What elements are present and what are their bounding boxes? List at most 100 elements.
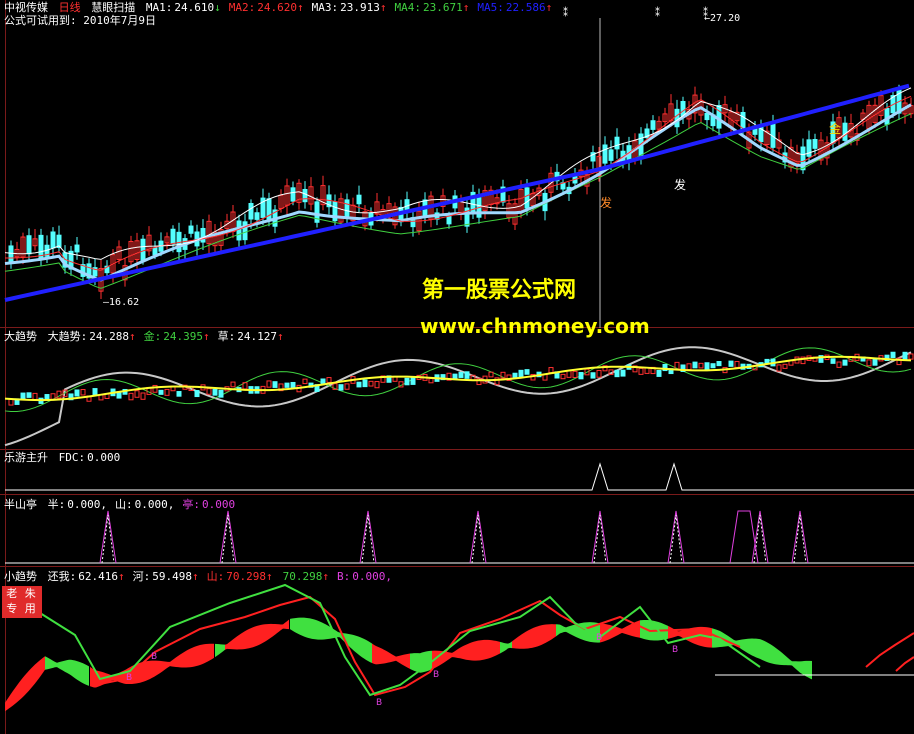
trend-candle: [344, 383, 350, 390]
banshanting-panel[interactable]: 半山亭 半: 0.000, 山: 0.000, 亭: 0.000: [0, 495, 914, 567]
candle-body: [242, 221, 248, 241]
fdc-chart[interactable]: [0, 450, 914, 495]
banshanting-title: 半山亭: [4, 498, 37, 511]
trend-candle: [518, 369, 524, 378]
trend-candle: [614, 369, 620, 378]
candle-body: [650, 120, 656, 130]
small-trend-chart[interactable]: B B B B B B: [0, 567, 914, 734]
trend-candle: [458, 372, 464, 378]
legend-value: 0.000: [87, 451, 121, 464]
trend-candle: [830, 358, 836, 364]
legend-item: 大趋势: 24.288↑: [48, 330, 140, 343]
candle-body: [290, 187, 296, 202]
candle-body: [152, 247, 158, 256]
trend-candle: [26, 392, 32, 398]
legend-item: B: 0.000,: [337, 570, 396, 583]
candle-body: [188, 225, 194, 234]
trend-panel[interactable]: 大趋势 大趋势: 24.288↑ 金: 24.395↑ 草: 24.127↑: [0, 328, 914, 450]
legend-value: 0.000,: [352, 570, 392, 583]
trend-chart[interactable]: [0, 328, 914, 450]
legend-item: MA4: 23.671↑: [395, 1, 474, 14]
trend-candle: [638, 367, 644, 375]
trend-candle: [212, 388, 218, 396]
bst-plateau: [729, 510, 759, 564]
trend-candle: [890, 351, 896, 359]
trend-candle: [410, 377, 416, 385]
trend-candle: [368, 380, 374, 387]
candle-body: [524, 187, 530, 209]
legend-value: 0.000: [202, 498, 236, 511]
legend-label: 还我:: [47, 570, 77, 583]
trend-candle: [842, 359, 848, 366]
b-marker: B: [433, 670, 439, 680]
small-trend-panel[interactable]: BBBBBB 小趋势 还我: 62.416↑ 河: 59.498↑ 山: 70.298↑ 7…: [0, 567, 914, 734]
trend-candle: [704, 362, 710, 370]
candle-body: [704, 112, 710, 121]
legend-label: 山:: [206, 570, 225, 583]
candle-body: [50, 231, 56, 249]
legend-value: 22.586: [505, 1, 546, 14]
trend-candle: [428, 378, 434, 384]
legend-value: 59.498: [152, 570, 192, 583]
legend-item: FDC: 0.000: [59, 451, 125, 464]
legend-value: 0.000,: [134, 498, 175, 511]
ribbon-segment: [512, 624, 556, 649]
legend-label: FDC:: [58, 451, 86, 464]
trend-candle: [578, 372, 584, 380]
legend-value: 24.127: [237, 330, 277, 343]
trend-candle: [374, 381, 380, 389]
ma-legend: MA1: 24.610↓ MA2: 24.620↑ MA3: 23.913↑ MA4: 23.…: [146, 1, 560, 14]
candle-body: [248, 203, 254, 220]
trend-candle: [686, 363, 692, 371]
trend-candle: [356, 381, 362, 388]
legend-value: 70.298: [282, 570, 323, 583]
trend-candle: [734, 361, 740, 368]
ribbon-segment: [372, 643, 410, 669]
signal-fa-2: 发: [674, 178, 687, 192]
trend-candle: [710, 363, 716, 369]
ribbon-segment: [90, 643, 214, 688]
legend-label: 草:: [217, 330, 236, 343]
trend-candle: [320, 378, 326, 385]
trend-candle: [464, 371, 470, 379]
period-label[interactable]: 日线: [59, 1, 81, 14]
trend-candle: [176, 391, 182, 397]
candle-body: [602, 144, 608, 164]
legend-arrow: ↑: [118, 570, 125, 583]
legend-label: 河:: [132, 570, 151, 583]
trend-candle: [74, 389, 80, 397]
trend-candle: [266, 380, 272, 388]
candle-body: [446, 215, 452, 225]
trend-candle: [716, 361, 722, 367]
legend-arrow: ↑: [322, 570, 329, 583]
candle-body: [140, 238, 146, 261]
legend-value: 23.913: [340, 1, 380, 14]
legend-label: B:: [337, 570, 351, 583]
fdc-legend: FDC: 0.000: [59, 451, 129, 464]
trend-candle: [164, 388, 170, 396]
legend-item: 亭: 0.000: [182, 498, 239, 511]
ribbon-segment: [712, 628, 812, 680]
ribbon-segment: [5, 656, 45, 712]
legend-arrow: ↑: [297, 1, 304, 14]
trend-candle: [362, 379, 368, 388]
candle-body: [170, 228, 176, 245]
fdc-panel[interactable]: 乐游主升 FDC: 0.000: [0, 450, 914, 495]
tool-label: 慧眼扫描: [91, 1, 136, 14]
ma1-line: [4, 87, 912, 260]
trend-candle: [338, 384, 344, 391]
legend-arrow: ↑: [266, 570, 273, 583]
b-marker: B: [672, 645, 678, 655]
b-marker: B: [376, 698, 382, 708]
price-header: 中视传媒 日线 慧眼扫描 MA1: 24.610↓ MA2: 24.620↑ MA3: 2…: [4, 1, 564, 14]
candle-body: [842, 122, 848, 141]
b-marker: B: [126, 673, 132, 683]
legend-label: MA4:: [394, 1, 422, 14]
legend-label: MA2:: [228, 1, 256, 14]
trend-candle: [512, 372, 518, 379]
trend-candle: [572, 370, 578, 379]
legend-item: 山: 0.000,: [115, 498, 178, 511]
trend-candle: [836, 361, 842, 368]
candle-body: [614, 136, 620, 150]
candle-body: [236, 220, 242, 241]
